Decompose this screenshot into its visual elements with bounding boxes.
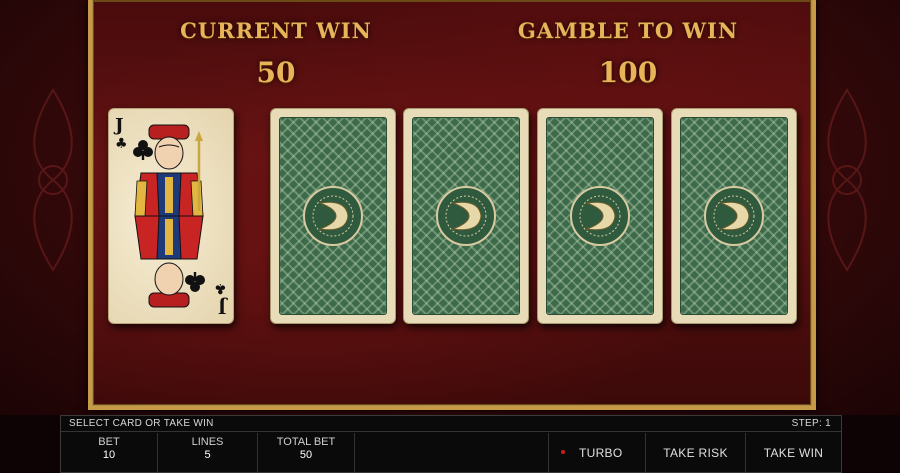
empty-cell xyxy=(355,433,549,473)
bet-value: 10 xyxy=(102,449,116,461)
card-back-emblem-icon xyxy=(436,186,496,246)
total-bet-display: TOTAL BET 50 xyxy=(258,433,355,473)
jack-face-icon xyxy=(133,124,205,308)
status-message: SELECT CARD OR TAKE WIN xyxy=(69,418,214,429)
selectable-card-1[interactable] xyxy=(270,108,396,324)
status-row: SELECT CARD OR TAKE WIN STEP: 1 xyxy=(61,416,841,432)
card-back-emblem-icon xyxy=(570,186,630,246)
turbo-label: TURBO xyxy=(579,446,623,460)
step-counter: STEP: 1 xyxy=(791,418,831,429)
card-back-pattern xyxy=(680,117,788,315)
card-back-pattern xyxy=(546,117,654,315)
bet-label: BET xyxy=(98,436,120,448)
left-ornament-icon xyxy=(33,88,73,272)
dealer-card: J ♣ ♣ J xyxy=(108,108,234,324)
right-ornament-icon xyxy=(827,88,867,272)
gamble-to-win-label: GAMBLE TO WIN xyxy=(517,18,739,43)
selectable-card-2[interactable] xyxy=(403,108,529,324)
lines-value: 5 xyxy=(204,449,211,461)
lines-label: LINES xyxy=(191,436,224,448)
turbo-indicator-icon xyxy=(561,450,565,454)
current-win-value: 50 xyxy=(256,56,296,89)
clubs-suit-icon: ♣ xyxy=(115,136,128,152)
take-win-button[interactable]: TAKE WIN xyxy=(745,433,841,473)
clubs-suit-icon-bottom: ♣ xyxy=(214,280,227,296)
current-win-label: CURRENT WIN xyxy=(180,18,372,43)
take-risk-button[interactable]: TAKE RISK xyxy=(645,433,745,473)
turbo-button[interactable]: TURBO xyxy=(549,433,645,473)
card-back-pattern xyxy=(412,117,520,315)
total-bet-value: 50 xyxy=(299,449,313,461)
selectable-card-3[interactable] xyxy=(537,108,663,324)
card-back-pattern xyxy=(279,117,387,315)
selectable-card-4[interactable] xyxy=(671,108,797,324)
card-rank-bottom: J xyxy=(218,296,227,317)
total-bet-label: TOTAL BET xyxy=(276,436,336,448)
lines-display: LINES 5 xyxy=(158,433,258,473)
card-rank-top: J xyxy=(115,115,124,136)
bet-display: BET 10 xyxy=(61,433,158,473)
control-bar: SELECT CARD OR TAKE WIN STEP: 1 BET 10 L… xyxy=(60,415,842,473)
gamble-to-win-value: 100 xyxy=(598,56,658,89)
card-back-emblem-icon xyxy=(704,186,764,246)
card-back-emblem-icon xyxy=(303,186,363,246)
